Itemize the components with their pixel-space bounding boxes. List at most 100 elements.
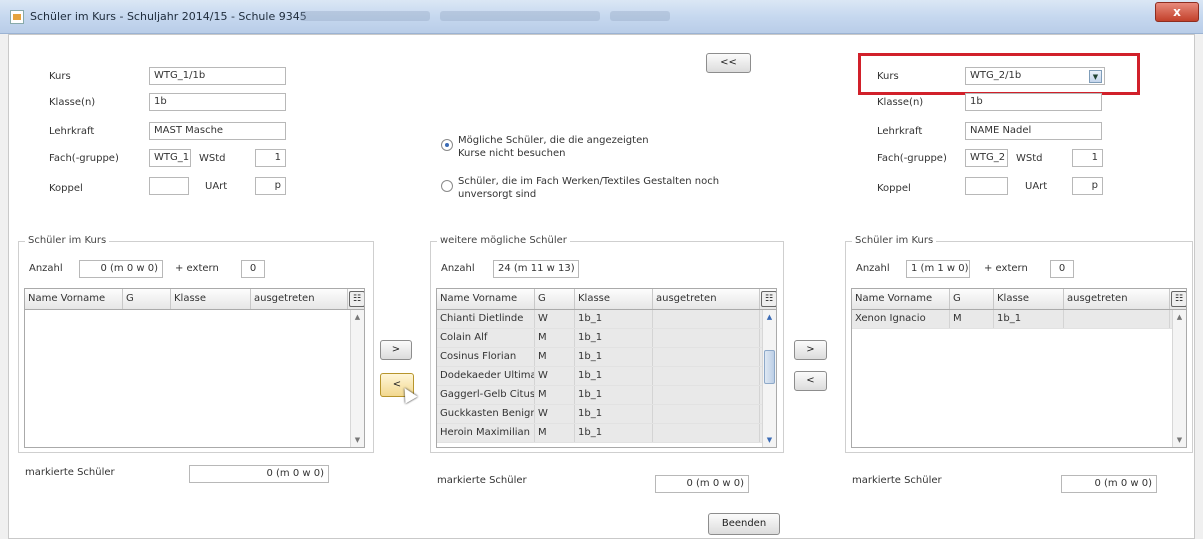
col-klasse-header[interactable]: Klasse — [575, 289, 653, 309]
back-button[interactable]: << — [706, 53, 751, 73]
left-table-scrollbar[interactable]: ▲ ▼ — [350, 310, 364, 447]
blurred-title-segment — [300, 11, 430, 21]
kurs-label: Kurs — [877, 71, 899, 82]
cell-ausgetreten — [1064, 310, 1170, 328]
remove-from-right-button[interactable]: < — [794, 371, 827, 391]
middle-table-scrollbar[interactable]: ▲ ▼ — [762, 310, 776, 447]
col-g-header[interactable]: G — [950, 289, 994, 309]
cell-g: W — [535, 405, 575, 423]
left-kurs-field[interactable]: WTG_1/1b — [149, 67, 286, 85]
cell-ausgetreten — [653, 329, 760, 347]
left-fach-field[interactable]: WTG_1 — [149, 149, 191, 167]
right-marked-field: 0 (m 0 w 0) — [1061, 475, 1157, 493]
left-marked-label: markierte Schüler — [25, 467, 115, 478]
col-ausgetreten-header[interactable]: ausgetreten — [251, 289, 348, 309]
col-name-header[interactable]: Name Vorname ▲ — [437, 289, 535, 309]
right-klasse-field[interactable]: 1b — [965, 93, 1102, 111]
add-to-right-button[interactable]: > — [794, 340, 827, 360]
col-g-header[interactable]: G — [535, 289, 575, 309]
cell-klasse: 1b_1 — [575, 424, 653, 442]
col-g-header[interactable]: G — [123, 289, 171, 309]
blurred-title-segment — [610, 11, 670, 21]
scroll-up-icon[interactable]: ▲ — [764, 311, 775, 323]
left-group-title: Schüler im Kurs — [25, 235, 110, 246]
table-row[interactable]: Heroin Maximilian M 1b_1 — [437, 424, 776, 443]
col-name-header[interactable]: Name Vorname ▲ — [25, 289, 123, 309]
lehrkraft-label: Lehrkraft — [877, 126, 923, 137]
radio-unassigned-students-label[interactable]: Schüler, die im Fach Werken/Textiles Ges… — [458, 175, 728, 201]
lehrkraft-label: Lehrkraft — [49, 126, 95, 137]
col-klasse-header[interactable]: Klasse — [171, 289, 251, 309]
cell-ausgetreten — [653, 310, 760, 328]
window-title: Schüler im Kurs - Schuljahr 2014/15 - Sc… — [30, 10, 307, 23]
left-anzahl-field: 0 (m 0 w 0) — [79, 260, 163, 278]
chevron-down-icon[interactable]: ▼ — [1089, 70, 1102, 83]
left-students-table[interactable]: Name Vorname ▲ G Klasse ausgetreten ☷ ▲ … — [24, 288, 365, 448]
cell-klasse: 1b_1 — [994, 310, 1064, 328]
col-ausgetreten-header[interactable]: ausgetreten — [653, 289, 760, 309]
right-students-table[interactable]: Name Vorname ▲ G Klasse ausgetreten ☷ Xe… — [851, 288, 1187, 448]
scroll-thumb[interactable] — [764, 350, 775, 384]
anzahl-label: Anzahl — [29, 263, 63, 274]
column-chooser-icon[interactable]: ☷ — [1171, 291, 1186, 307]
right-koppel-field[interactable] — [965, 177, 1008, 195]
table-row[interactable]: Dodekaeder Ultima W 1b_1 — [437, 367, 776, 386]
uart-label: UArt — [1025, 181, 1048, 192]
table-row[interactable]: Xenon Ignacio M 1b_1 — [852, 310, 1186, 329]
right-table-scrollbar[interactable]: ▲ ▼ — [1172, 310, 1186, 447]
table-row[interactable]: Guckkasten Benigna W 1b_1 — [437, 405, 776, 424]
right-fach-field[interactable]: WTG_2 — [965, 149, 1008, 167]
right-kurs-combobox[interactable]: WTG_2/1b ▼ — [965, 67, 1105, 85]
table-row[interactable]: Gaggerl-Gelb Citus M 1b_1 — [437, 386, 776, 405]
scroll-up-icon[interactable]: ▲ — [1174, 311, 1185, 323]
koppel-label: Koppel — [49, 183, 83, 194]
col-klasse-header[interactable]: Klasse — [994, 289, 1064, 309]
close-button[interactable]: x — [1155, 2, 1199, 22]
left-klasse-field[interactable]: 1b — [149, 93, 286, 111]
wstd-label: WStd — [1016, 153, 1043, 164]
right-uart-field[interactable]: p — [1072, 177, 1103, 195]
cell-klasse: 1b_1 — [575, 348, 653, 366]
right-wstd-field[interactable]: 1 — [1072, 149, 1103, 167]
app-icon — [10, 10, 24, 24]
middle-students-table[interactable]: Name Vorname ▲ G Klasse ausgetreten ☷ Ch… — [436, 288, 777, 448]
radio-possible-students[interactable] — [441, 139, 453, 151]
anzahl-label: Anzahl — [441, 263, 475, 274]
scroll-down-icon[interactable]: ▼ — [1174, 434, 1185, 446]
middle-marked-field: 0 (m 0 w 0) — [655, 475, 749, 493]
middle-group-title: weitere mögliche Schüler — [437, 235, 570, 246]
beenden-button[interactable]: Beenden — [708, 513, 780, 535]
radio-unassigned-students[interactable] — [441, 180, 453, 192]
cell-name: Colain Alf — [437, 329, 535, 347]
cell-ausgetreten — [653, 367, 760, 385]
column-chooser-icon[interactable]: ☷ — [349, 291, 364, 307]
right-extern-field[interactable]: 0 — [1050, 260, 1074, 278]
right-lehrkraft-field[interactable]: NAME Nadel — [965, 122, 1102, 140]
table-row[interactable]: Chianti Dietlinde W 1b_1 — [437, 310, 776, 329]
left-extern-field[interactable]: 0 — [241, 260, 265, 278]
extern-label: + extern — [984, 263, 1028, 274]
cell-ausgetreten — [653, 405, 760, 423]
table-row[interactable]: Colain Alf M 1b_1 — [437, 329, 776, 348]
dialog-body: Kurs WTG_1/1b Klasse(n) 1b Lehrkraft MAS… — [8, 34, 1195, 539]
column-chooser-icon[interactable]: ☷ — [761, 291, 776, 307]
radio-possible-students-label[interactable]: Mögliche Schüler, die die angezeigten Ku… — [458, 134, 678, 160]
scroll-down-icon[interactable]: ▼ — [764, 434, 775, 446]
col-ausgetreten-header[interactable]: ausgetreten — [1064, 289, 1170, 309]
left-lehrkraft-field[interactable]: MAST Masche — [149, 122, 286, 140]
extern-label: + extern — [175, 263, 219, 274]
cell-klasse: 1b_1 — [575, 405, 653, 423]
add-to-left-button[interactable]: > — [380, 340, 412, 360]
left-wstd-field[interactable]: 1 — [255, 149, 286, 167]
scroll-up-icon[interactable]: ▲ — [352, 311, 363, 323]
left-uart-field[interactable]: p — [255, 177, 286, 195]
uart-label: UArt — [205, 181, 228, 192]
table-row[interactable]: Cosinus Florian M 1b_1 — [437, 348, 776, 367]
scroll-down-icon[interactable]: ▼ — [352, 434, 363, 446]
wstd-label: WStd — [199, 153, 226, 164]
left-students-group: Schüler im Kurs Anzahl 0 (m 0 w 0) + ext… — [18, 235, 374, 453]
cell-g: M — [535, 329, 575, 347]
col-name-header[interactable]: Name Vorname ▲ — [852, 289, 950, 309]
title-bar: Schüler im Kurs - Schuljahr 2014/15 - Sc… — [0, 0, 1203, 34]
left-koppel-field[interactable] — [149, 177, 189, 195]
